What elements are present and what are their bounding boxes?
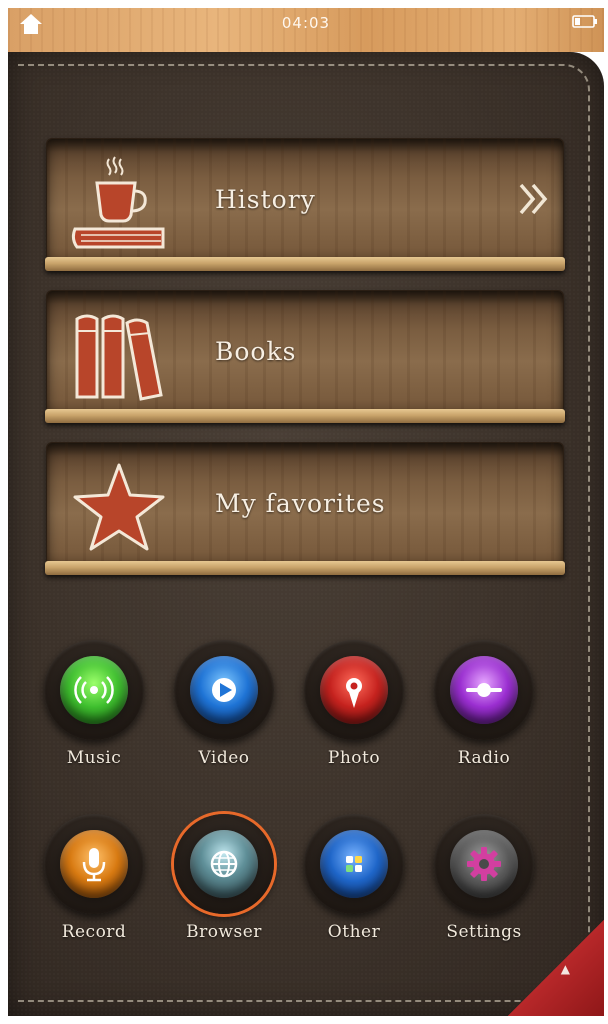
main-panel: History Books My favorites Music Video P… xyxy=(8,52,604,1016)
status-time: 04:03 xyxy=(281,14,331,32)
shelf-ledge xyxy=(45,257,565,271)
app-ring xyxy=(44,814,144,914)
shelf-ledge xyxy=(45,561,565,575)
app-label-video: Video xyxy=(198,748,250,768)
status-bar: 04:03 xyxy=(8,8,604,52)
video-icon xyxy=(212,678,236,702)
app-ring xyxy=(304,640,404,740)
shelf-label-books: Books xyxy=(215,337,297,366)
page-corner-tab[interactable] xyxy=(508,920,604,1016)
shelf-history[interactable]: History xyxy=(45,138,565,271)
microphone-icon xyxy=(82,848,106,882)
app-label-record: Record xyxy=(61,922,127,942)
app-orb xyxy=(450,656,518,724)
app-ring xyxy=(434,814,534,914)
app-label-photo: Photo xyxy=(327,748,381,768)
app-other[interactable]: Other xyxy=(304,814,404,964)
star-icon xyxy=(73,463,165,551)
photo-icon xyxy=(346,678,362,708)
globe-icon xyxy=(210,850,238,878)
shelf-label-history: History xyxy=(215,185,316,214)
gear-icon xyxy=(467,847,501,881)
apps-icon xyxy=(346,856,362,872)
shelf-ledge xyxy=(45,409,565,423)
app-video[interactable]: Video xyxy=(174,640,274,790)
app-ring xyxy=(44,640,144,740)
app-orb xyxy=(320,830,388,898)
radio-icon xyxy=(466,683,502,697)
app-orb xyxy=(190,656,258,724)
music-icon xyxy=(74,676,114,704)
coffee-book-icon xyxy=(71,156,165,249)
battery-icon xyxy=(572,15,597,28)
app-browser[interactable]: Browser xyxy=(174,814,274,964)
shelf-label-favorites: My favorites xyxy=(215,489,386,518)
double-chevron-right-icon[interactable] xyxy=(517,179,551,219)
app-label-other: Other xyxy=(327,922,381,942)
app-ring xyxy=(304,814,404,914)
app-orb xyxy=(320,656,388,724)
app-orb xyxy=(60,830,128,898)
app-ring xyxy=(174,640,274,740)
books-icon xyxy=(75,314,163,401)
app-ring-selected xyxy=(174,814,274,914)
app-ring xyxy=(434,640,534,740)
app-orb xyxy=(450,830,518,898)
corner-arrow-icon: ▲ xyxy=(560,962,570,976)
app-radio[interactable]: Radio xyxy=(434,640,534,790)
app-orb xyxy=(60,656,128,724)
app-label-radio: Radio xyxy=(457,748,511,768)
shelf-favorites[interactable]: My favorites xyxy=(45,442,565,575)
app-photo[interactable]: Photo xyxy=(304,640,404,790)
app-label-music: Music xyxy=(66,748,122,768)
shelf-books[interactable]: Books xyxy=(45,290,565,423)
app-label-browser: Browser xyxy=(186,922,262,942)
app-music[interactable]: Music xyxy=(44,640,144,790)
app-record[interactable]: Record xyxy=(44,814,144,964)
app-orb xyxy=(190,830,258,898)
